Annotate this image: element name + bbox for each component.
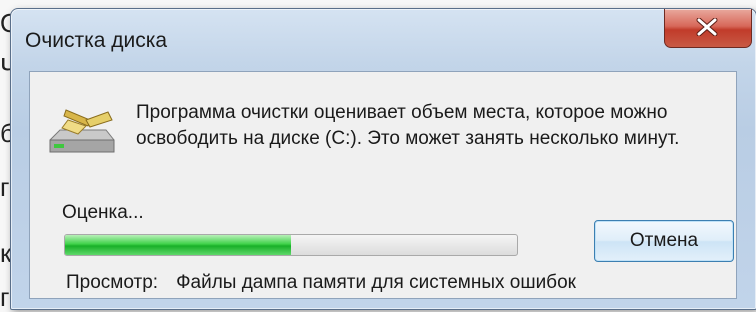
details-label: Просмотр:: [66, 272, 159, 293]
details-value: Файлы дампа памяти для системных ошибок: [176, 272, 576, 293]
dialog-message: Программа очистки оценивает объем места,…: [136, 102, 680, 149]
background-text-fragment: г: [0, 172, 10, 202]
disk-cleanup-icon: [49, 109, 115, 153]
disk-cleanup-window: Очистка диска Программа очистки оценивае…: [10, 8, 756, 310]
close-button[interactable]: [664, 9, 752, 48]
status-label: Оценка...: [62, 202, 144, 223]
title-bar[interactable]: Очистка диска: [11, 9, 756, 67]
progress-bar: [64, 234, 518, 256]
progress-fill: [65, 235, 291, 255]
cancel-button[interactable]: Отмена: [594, 220, 734, 262]
close-icon: [696, 18, 718, 36]
scan-details: Просмотр: Файлы дампа памяти для системны…: [66, 272, 576, 294]
dialog-body: Программа очистки оценивает объем места,…: [29, 71, 737, 299]
window-title: Очистка диска: [25, 29, 168, 52]
background-text-fragment: г: [0, 282, 10, 312]
